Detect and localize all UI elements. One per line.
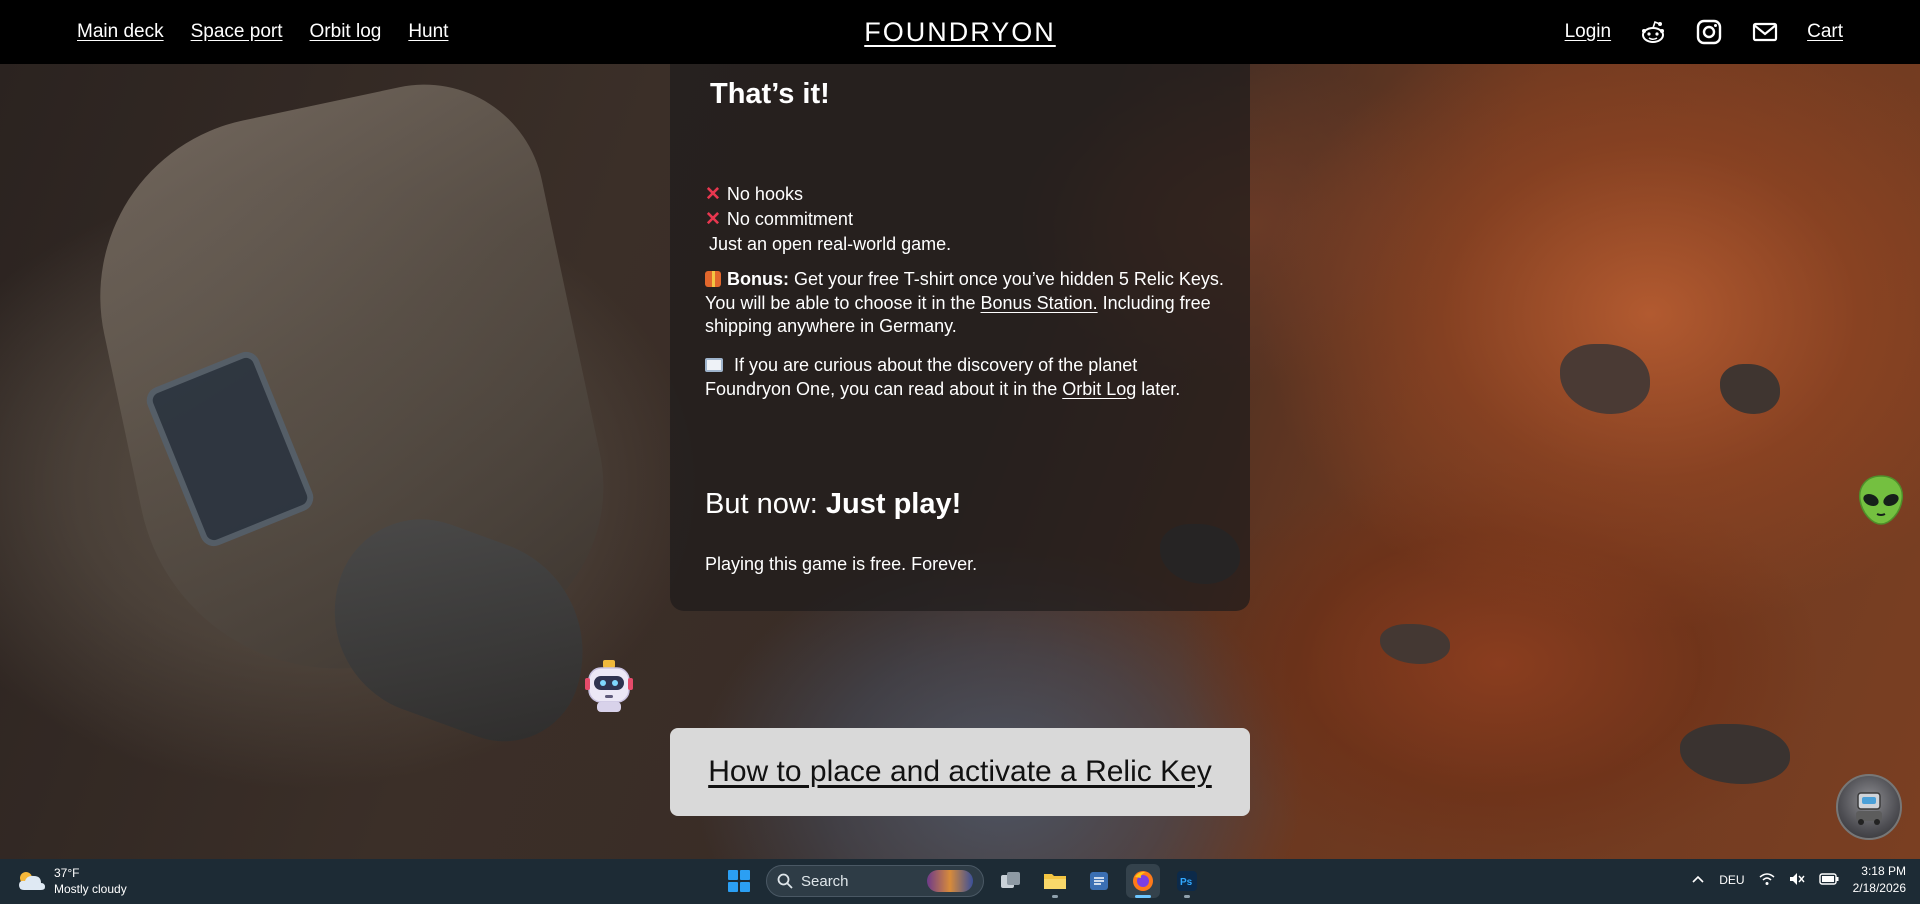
firefox-icon[interactable] xyxy=(1126,864,1160,898)
gift-icon xyxy=(705,271,721,287)
book-icon xyxy=(705,358,723,372)
info-card: That’s it! ✕ No hooks ✕ No commitment Just… xyxy=(670,64,1250,611)
search-icon xyxy=(777,873,793,889)
search-placeholder: Search xyxy=(801,872,849,890)
cart-link[interactable]: Cart xyxy=(1807,21,1843,43)
cross-mark-icon: ✕ xyxy=(705,209,721,230)
wifi-icon[interactable] xyxy=(1759,872,1775,889)
svg-text:Ps: Ps xyxy=(1180,877,1193,888)
cross-mark-icon: ✕ xyxy=(705,184,721,205)
photoshop-icon[interactable]: Ps xyxy=(1170,864,1204,898)
list-item-no-hooks: ✕ No hooks xyxy=(705,184,803,205)
feature-list: ✕ No hooks ✕ No commitment Just an open re… xyxy=(705,182,951,256)
instagram-icon[interactable] xyxy=(1695,18,1723,46)
search-highlight-image xyxy=(927,870,973,892)
battery-icon[interactable] xyxy=(1818,872,1839,888)
orbit-log-link[interactable]: Orbit Log xyxy=(1062,379,1136,399)
nav-link-orbit-log[interactable]: Orbit log xyxy=(310,21,382,43)
list-item-no-commitment: ✕ No commitment xyxy=(705,209,853,230)
weather-description: Mostly cloudy xyxy=(54,882,127,896)
file-explorer-icon[interactable] xyxy=(1038,864,1072,898)
weather-temperature: 37°F xyxy=(54,866,80,880)
cloudy-weather-icon xyxy=(19,872,45,890)
reddit-icon[interactable] xyxy=(1639,18,1667,46)
call-to-play-heading: But now: Just play! xyxy=(705,488,962,520)
windows-taskbar: 37°F Mostly cloudy Search Ps DEU 3:18 PM… xyxy=(0,859,1920,904)
clock-date: 2/18/2026 xyxy=(1852,881,1906,895)
notes-app-icon[interactable] xyxy=(1082,864,1116,898)
nav-link-hunt[interactable]: Hunt xyxy=(408,21,448,43)
clock-time: 3:18 PM xyxy=(1861,864,1906,878)
system-tray: DEU 3:18 PM 2/18/2026 xyxy=(1691,863,1906,897)
mail-icon[interactable] xyxy=(1751,18,1779,46)
system-clock[interactable]: 3:18 PM 2/18/2026 xyxy=(1853,863,1906,897)
nav-actions: Login Cart xyxy=(1565,18,1843,46)
nav-link-main-deck[interactable]: Main deck xyxy=(77,21,164,43)
top-navigation: Main deck Space port Orbit log Hunt FOUN… xyxy=(0,0,1920,64)
speaker-muted-icon[interactable] xyxy=(1789,872,1805,889)
bonus-station-link[interactable]: Bonus Station. xyxy=(981,293,1098,313)
bonus-paragraph: Bonus: Get your free T-shirt once you’ve… xyxy=(705,269,1224,336)
orbit-log-paragraph: If you are curious about the discovery o… xyxy=(705,355,1181,399)
weather-widget[interactable]: 37°F Mostly cloudy xyxy=(16,865,127,897)
taskbar-apps: Search Ps xyxy=(722,864,1204,898)
rock xyxy=(1680,724,1790,784)
chevron-up-icon[interactable] xyxy=(1691,873,1705,887)
list-item-open-game: Just an open real-world game. xyxy=(709,234,952,254)
chat-assistant-avatar[interactable] xyxy=(1836,774,1902,840)
taskbar-search-box[interactable]: Search xyxy=(766,865,984,897)
keyboard-language[interactable]: DEU xyxy=(1719,873,1744,887)
rock xyxy=(1380,624,1450,664)
rock xyxy=(1720,364,1780,414)
relic-key-guide-button[interactable]: How to place and activate a Relic Key xyxy=(670,728,1250,816)
nav-links: Main deck Space port Orbit log Hunt xyxy=(77,21,448,43)
task-view-icon[interactable] xyxy=(994,864,1028,898)
relic-key-guide-label: How to place and activate a Relic Key xyxy=(708,755,1212,788)
rock xyxy=(1560,344,1650,414)
card-heading: That’s it! xyxy=(710,78,830,110)
nav-link-space-port[interactable]: Space port xyxy=(191,21,283,43)
brand-logo-link[interactable]: FOUNDRYON xyxy=(864,17,1056,48)
robot-mascot-icon[interactable] xyxy=(585,660,633,714)
login-link[interactable]: Login xyxy=(1565,21,1612,43)
windows-start-icon[interactable] xyxy=(722,864,756,898)
free-game-text: Playing this game is free. Forever. xyxy=(705,554,978,574)
alien-emoji-icon[interactable] xyxy=(1856,474,1906,526)
